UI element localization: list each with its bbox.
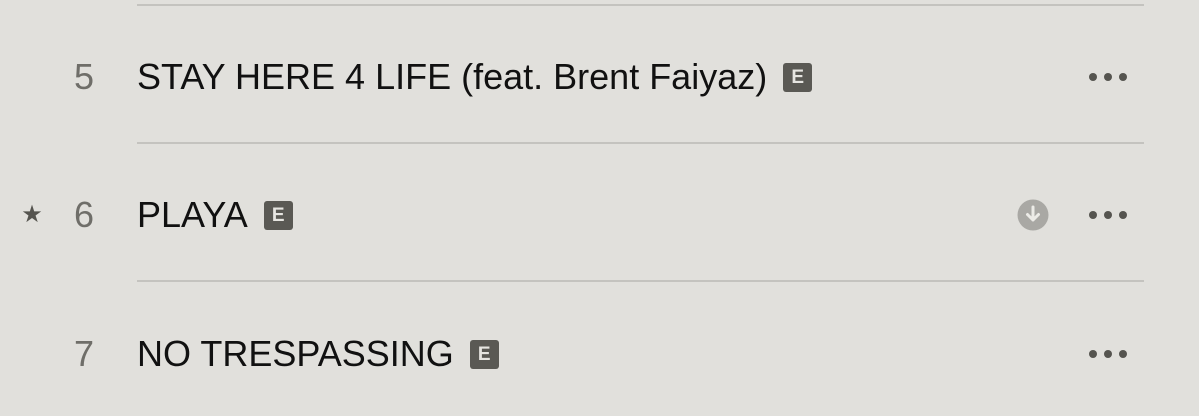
track-number: 5 <box>73 56 95 97</box>
track-title: STAY HERE 4 LIFE (feat. Brent Faiyaz) <box>137 56 768 97</box>
divider <box>137 4 1144 6</box>
track-title-group: PLAYA E <box>137 193 293 237</box>
more-options-icon[interactable] <box>1086 344 1130 364</box>
star-icon: ★ <box>21 201 43 228</box>
track-number: 7 <box>73 333 95 374</box>
explicit-badge: E <box>263 200 293 230</box>
divider <box>137 142 1144 144</box>
track-row-6[interactable]: ★ 6 PLAYA E <box>0 185 1199 245</box>
more-options-icon[interactable] <box>1086 67 1130 87</box>
track-title: PLAYA <box>137 194 248 235</box>
download-icon[interactable] <box>1017 199 1049 231</box>
track-row-5[interactable]: 5 STAY HERE 4 LIFE (feat. Brent Faiyaz) … <box>0 47 1199 107</box>
track-title-group: NO TRESPASSING E <box>137 332 499 376</box>
track-title-group: STAY HERE 4 LIFE (feat. Brent Faiyaz) E <box>137 55 813 99</box>
explicit-badge: E <box>783 62 813 92</box>
more-options-icon[interactable] <box>1086 205 1130 225</box>
track-list: 5 STAY HERE 4 LIFE (feat. Brent Faiyaz) … <box>0 0 1199 416</box>
track-title: NO TRESPASSING <box>137 333 454 374</box>
divider <box>137 280 1144 282</box>
track-row-7[interactable]: 7 NO TRESPASSING E <box>0 324 1199 384</box>
track-number: 6 <box>73 194 95 235</box>
explicit-badge: E <box>469 339 499 369</box>
